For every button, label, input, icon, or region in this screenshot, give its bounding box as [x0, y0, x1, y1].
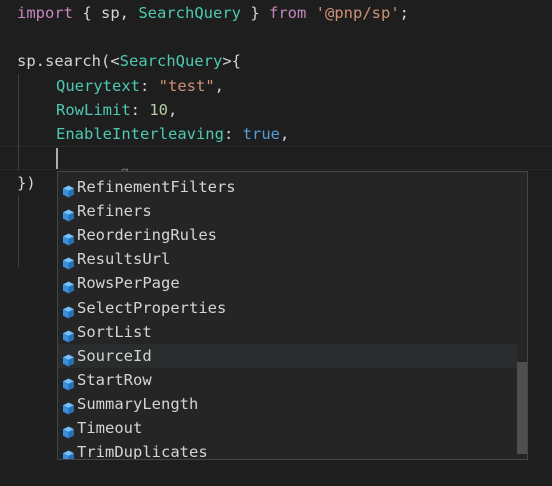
suggestion-label: ReorderingRules — [77, 226, 217, 245]
number-value: 10 — [149, 101, 168, 119]
suggestion-label: SelectProperties — [77, 298, 227, 317]
brace-open: { — [73, 4, 101, 22]
property-cube-icon — [62, 374, 75, 391]
suggestion-item[interactable]: RefinementFilters — [58, 175, 518, 199]
comma: , — [119, 4, 139, 22]
suggestion-item[interactable]: Refiners — [58, 199, 518, 223]
code-line-4: Querytext: "test", — [56, 74, 224, 98]
from-keyword: from — [269, 4, 307, 22]
import-keyword: import — [17, 4, 73, 22]
current-line-highlight — [0, 146, 552, 170]
comma: , — [279, 125, 290, 143]
property-cube-icon — [62, 398, 75, 415]
property-cube-icon — [62, 446, 75, 459]
indent-guide — [18, 195, 19, 267]
property-cube-icon — [62, 277, 75, 294]
suggestion-item[interactable]: SortList — [58, 320, 518, 344]
property-key: RowLimit — [56, 101, 131, 119]
suggestion-label: RefinementFilters — [77, 178, 236, 196]
comma: , — [168, 101, 178, 119]
suggestion-item[interactable]: TrimDuplicates — [58, 440, 518, 460]
suggestion-label: ResultsUrl — [77, 250, 171, 269]
type-cast: SearchQuery — [119, 52, 223, 70]
property-cube-icon — [62, 229, 75, 246]
code-line-1: import { sp, SearchQuery } from '@pnp/sp… — [17, 1, 409, 25]
suggestion-label: Timeout — [77, 419, 143, 437]
suggestion-label: StartRow — [77, 370, 152, 389]
suggestion-widget[interactable]: RefinementFilters Refiners ReorderingRules… — [57, 171, 528, 460]
text-cursor — [56, 148, 58, 169]
suggestion-item[interactable]: RowsPerPage — [58, 271, 518, 295]
comma: , — [214, 77, 225, 95]
suggestion-item[interactable]: Timeout — [58, 416, 518, 440]
suggestion-label: Refiners — [77, 202, 152, 221]
property-cube-icon — [62, 422, 75, 439]
code-line-8: }) — [17, 174, 36, 192]
colon: : — [130, 101, 150, 119]
property-cube-icon — [62, 350, 75, 367]
property-cube-icon — [62, 253, 75, 270]
suggestion-item[interactable]: ResultsUrl — [58, 247, 518, 271]
boolean-value: true — [242, 125, 280, 143]
colon: : — [140, 77, 159, 95]
indent-guide — [18, 74, 19, 170]
property-cube-icon — [62, 302, 75, 318]
brace-close: } — [241, 4, 269, 22]
property-key: Querytext — [56, 77, 140, 95]
string-value: "test" — [158, 77, 215, 95]
suggestion-item[interactable]: SelectProperties — [58, 296, 518, 320]
import-searchquery: SearchQuery — [138, 4, 241, 22]
property-cube-icon — [62, 181, 75, 198]
property-key: EnableInterleaving — [56, 125, 224, 143]
module-string: '@pnp/sp' — [315, 4, 400, 22]
colon: : — [223, 125, 243, 143]
suggestion-label: SortList — [77, 322, 152, 341]
semicolon: ; — [399, 4, 410, 22]
object-open: >{ — [222, 52, 241, 70]
search-call: sp.search(< — [17, 52, 120, 70]
suggestion-label: SummaryLength — [77, 394, 199, 413]
suggestion-item[interactable]: StartRow — [58, 368, 518, 392]
suggestion-label: TrimDuplicates — [77, 443, 208, 460]
suggestion-scrollbar[interactable] — [517, 362, 527, 454]
code-line-5: RowLimit: 10, — [56, 98, 177, 122]
property-cube-icon — [62, 326, 75, 343]
suggestion-label: SourceId — [77, 346, 152, 365]
suggestion-item[interactable]: ReorderingRules — [58, 223, 518, 247]
suggestion-item[interactable]: SummaryLength — [58, 392, 518, 416]
code-line-6: EnableInterleaving: true, — [56, 122, 289, 146]
suggestion-label: RowsPerPage — [77, 274, 180, 293]
property-cube-icon — [62, 205, 75, 222]
suggestion-item[interactable]: SourceId — [58, 343, 518, 368]
code-line-3: sp.search(<SearchQuery>{ — [17, 49, 241, 73]
import-sp: sp — [101, 4, 120, 22]
